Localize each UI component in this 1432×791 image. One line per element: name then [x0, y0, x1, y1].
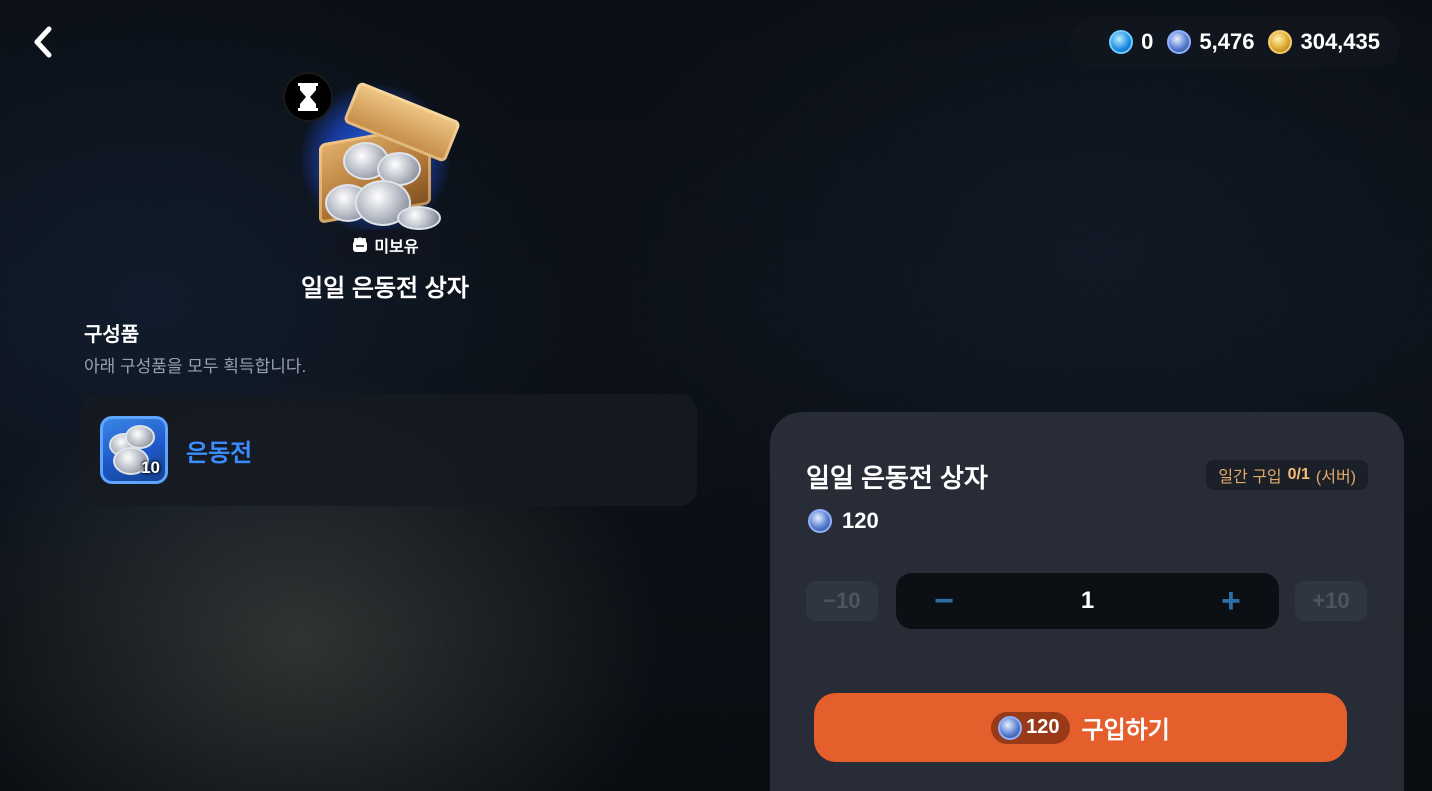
price-value: 120 [842, 508, 879, 533]
currency-gold-value: 304,435 [1300, 29, 1380, 54]
component-count: 10 [141, 458, 160, 477]
currency-bar: 0 5,476 304,435 [1070, 16, 1400, 68]
silver-coins-icon: 10 [100, 416, 168, 484]
minus-10-button[interactable]: −10 [806, 581, 878, 621]
quantity-value: 1 [1080, 587, 1095, 614]
price-row: 120 [808, 508, 879, 534]
timer-badge [283, 72, 333, 122]
gold-coin-icon [1268, 30, 1293, 54]
hourglass-icon [298, 83, 318, 111]
currency-gold[interactable]: 304,435 [1268, 29, 1380, 55]
currency-silver-value: 5,476 [1199, 29, 1255, 54]
component-name: 은동전 [186, 439, 253, 467]
silver-coin-deco [125, 425, 155, 449]
silver-coin-icon [808, 509, 832, 533]
currency-silver[interactable]: 5,476 [1167, 29, 1254, 55]
back-button[interactable] [22, 22, 62, 62]
purchase-panel: 일일 은동전 상자 일간 구입 0/1 (서버) 120 −10 − 1 + +… [770, 412, 1404, 791]
quantity-stepper: − 1 + [896, 573, 1279, 629]
buy-price-value: 120 [1026, 716, 1060, 738]
ownership-badge: 미보유 [335, 230, 435, 260]
purchase-limit-badge: 일간 구입 0/1 (서버) [1206, 460, 1368, 490]
ownership-label: 미보유 [374, 239, 419, 256]
limit-count: 0/1 [1287, 466, 1310, 483]
components-title: 구성품 [84, 324, 140, 346]
buy-price-pill: 120 [991, 711, 1070, 744]
decrement-button[interactable]: − [930, 582, 958, 621]
silver-coin-icon [998, 715, 1023, 740]
plus-10-button[interactable]: +10 [1295, 581, 1367, 621]
blue-gem-icon [1109, 30, 1134, 54]
component-item[interactable]: 10 은동전 [80, 394, 697, 506]
buy-button-label: 구입하기 [1081, 717, 1170, 744]
limit-label: 일간 구입 [1218, 469, 1282, 486]
silver-coin-icon [1167, 30, 1192, 54]
purchase-title: 일일 은동전 상자 [806, 463, 988, 493]
silver-coin-deco [397, 206, 441, 230]
item-image: 미보유 [283, 72, 485, 262]
limit-scope: (서버) [1315, 469, 1356, 486]
buy-button[interactable]: 120 구입하기 [814, 693, 1347, 762]
chevron-left-icon [34, 26, 52, 58]
currency-gem[interactable]: 0 [1109, 29, 1153, 55]
item-title: 일일 은동전 상자 [301, 275, 469, 302]
increment-button[interactable]: + [1217, 582, 1245, 621]
currency-gem-value: 0 [1141, 29, 1154, 54]
components-description: 아래 구성품을 모두 획득합니다. [84, 357, 307, 376]
fist-icon [353, 237, 368, 252]
